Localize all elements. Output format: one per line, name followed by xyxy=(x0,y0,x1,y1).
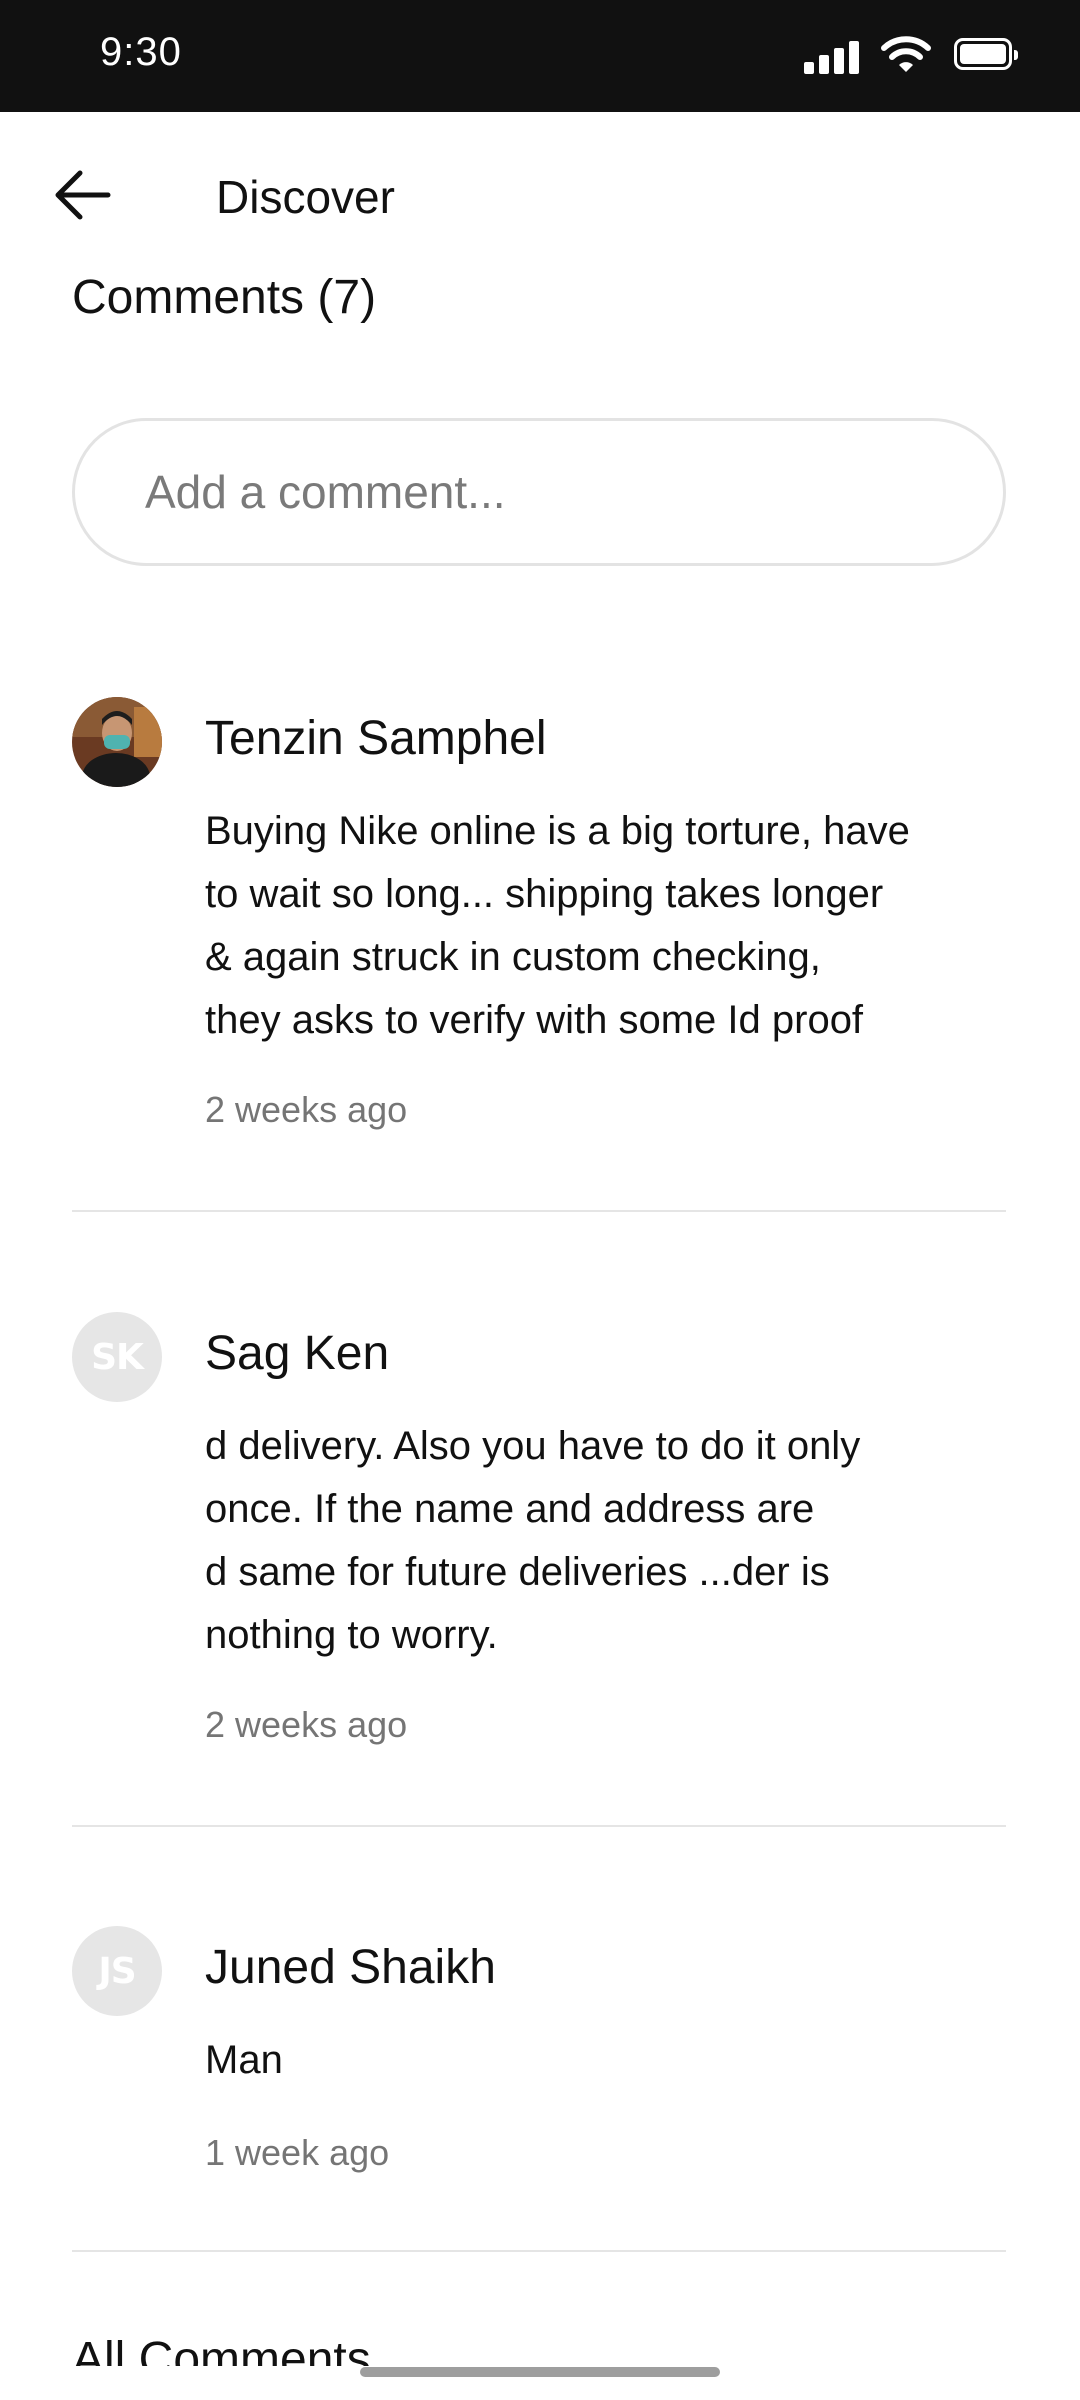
comment-line: they asks to verify with some Id proof xyxy=(205,998,864,1042)
comment-text: Man xyxy=(205,2029,1075,2092)
comment-text: d delivery. Also you have to do it only … xyxy=(205,1415,1075,1667)
arrow-left-icon xyxy=(55,170,111,220)
comment-item: JS Juned Shaikh Man 1 week ago xyxy=(72,1926,1006,2186)
divider xyxy=(72,1210,1006,1212)
user-photo-avatar xyxy=(72,697,162,787)
all-comments-heading: All Comments xyxy=(72,2333,371,2366)
comment-timestamp: 1 week ago xyxy=(205,2132,390,2173)
comments-heading: Comments (7) xyxy=(72,271,377,324)
add-comment-input[interactable] xyxy=(72,418,1006,566)
comment-line: Buying Nike online is a big torture, hav… xyxy=(205,809,910,853)
avatar[interactable]: JS xyxy=(72,1926,162,2016)
comment-line: once. If the name and address are xyxy=(205,1487,815,1531)
comment-line: to wait so long... shipping takes longer xyxy=(205,872,884,916)
comment-author[interactable]: Tenzin Samphel xyxy=(205,711,547,766)
divider xyxy=(72,2250,1006,2252)
comment-line: & again struck in custom checking, xyxy=(205,935,821,979)
comment-author[interactable]: Sag Ken xyxy=(205,1326,389,1381)
battery-icon xyxy=(954,38,1018,70)
status-bar: 9:30 xyxy=(0,0,1080,112)
comment-author[interactable]: Juned Shaikh xyxy=(205,1940,496,1995)
avatar[interactable]: SK xyxy=(72,1312,162,1402)
avatar[interactable] xyxy=(72,697,162,787)
home-indicator[interactable] xyxy=(360,2367,720,2377)
comment-item: Tenzin Samphel Buying Nike online is a b… xyxy=(72,697,1006,1137)
comment-item: SK Sag Ken d delivery. Also you have to … xyxy=(72,1312,1006,1752)
comment-line: d delivery. Also you have to do it only xyxy=(205,1424,861,1468)
back-button[interactable] xyxy=(50,165,120,225)
comment-line: nothing to worry. xyxy=(205,1613,498,1657)
wifi-icon xyxy=(881,36,931,72)
comment-text: Buying Nike online is a big torture, hav… xyxy=(205,800,1075,1052)
comment-line: Man xyxy=(205,2038,283,2082)
status-time: 9:30 xyxy=(100,30,182,74)
comment-timestamp: 2 weeks ago xyxy=(205,1704,408,1745)
page-title: Discover xyxy=(216,171,395,223)
comment-timestamp: 2 weeks ago xyxy=(205,1089,408,1130)
divider xyxy=(72,1825,1006,1827)
cellular-signal-icon xyxy=(804,38,860,74)
comment-line: d same for future deliveries ...der is xyxy=(205,1550,830,1594)
